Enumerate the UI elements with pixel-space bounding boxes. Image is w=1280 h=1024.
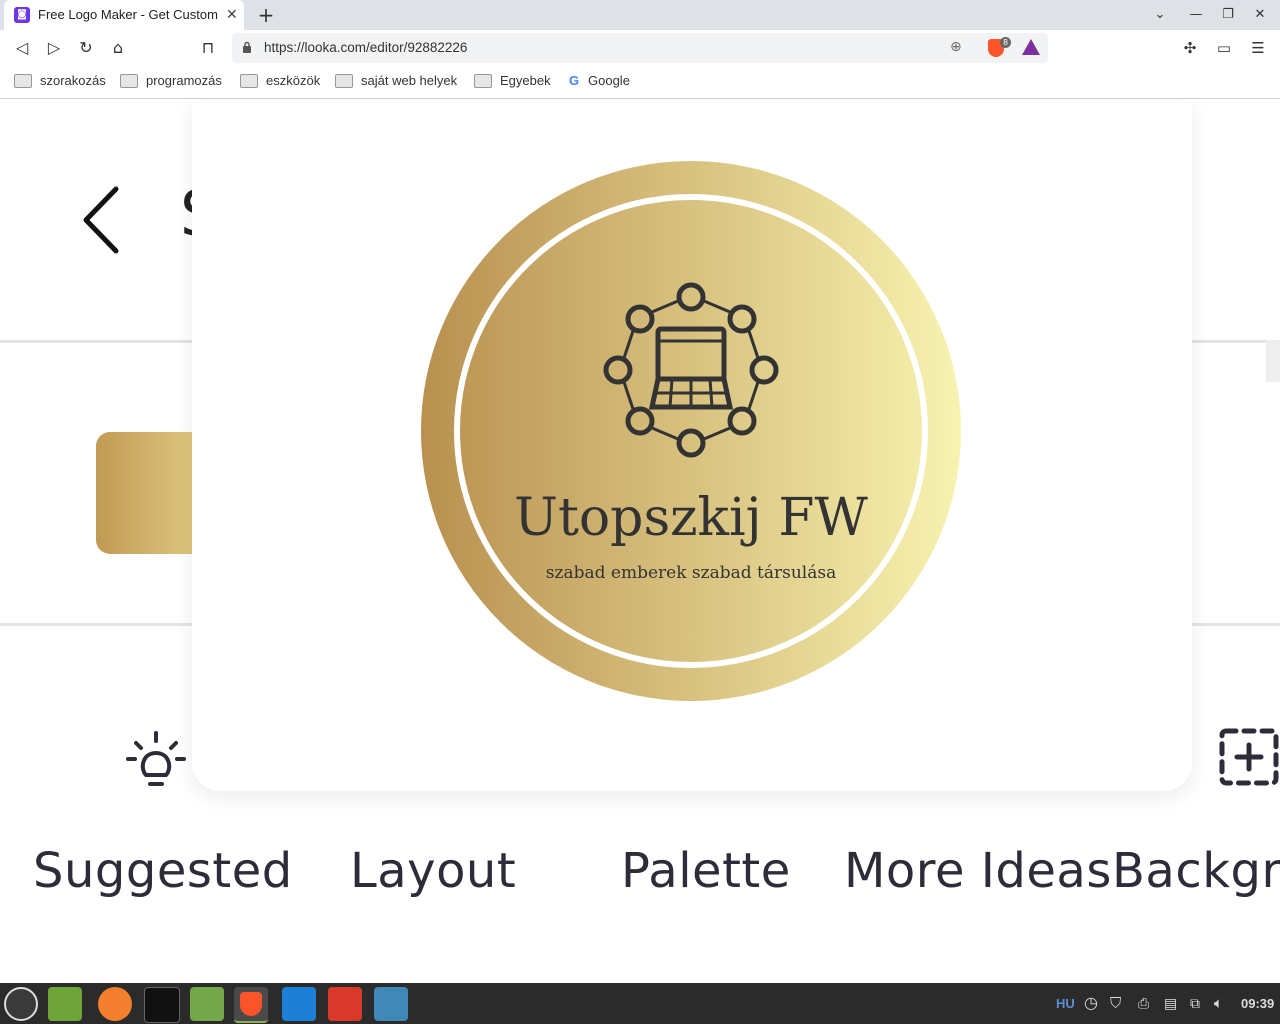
url-text[interactable]: https://looka.com/editor/92882226 <box>264 33 467 63</box>
logo-name: Utopszkij FW <box>514 488 868 548</box>
text-editor-icon[interactable] <box>374 987 408 1021</box>
menu-icon[interactable]: ☰ <box>1246 30 1270 66</box>
tab-list-icon[interactable]: ⌄ <box>1148 0 1172 30</box>
folder-icon <box>120 73 138 88</box>
printer-icon[interactable]: ⎙ <box>1138 983 1149 1024</box>
google-icon: G <box>568 73 580 88</box>
volume-icon[interactable]: 🔈︎ <box>1214 983 1223 1024</box>
files-icon[interactable] <box>190 987 224 1021</box>
app-icon[interactable] <box>328 987 362 1021</box>
folder-icon <box>240 73 258 88</box>
tab-layout[interactable]: Layout <box>350 843 516 899</box>
vscode-icon[interactable] <box>282 987 316 1021</box>
lock-icon <box>243 41 251 53</box>
firefox-icon[interactable] <box>98 987 132 1021</box>
brave-browser-icon[interactable] <box>234 987 268 1023</box>
lightbulb-icon[interactable] <box>126 729 186 789</box>
looka-favicon-icon: ◙ <box>14 7 30 23</box>
browser-tab[interactable]: ◙ Free Logo Maker - Get Custom ✕ <box>4 0 244 30</box>
folder-icon <box>14 73 32 88</box>
reload-button[interactable]: ↻ <box>72 30 100 66</box>
bookmark-google[interactable]: G Google <box>566 66 630 98</box>
close-window-button[interactable]: ✕ <box>1248 0 1272 30</box>
restore-window-button[interactable]: ❐ <box>1216 0 1240 30</box>
update-shield-icon[interactable]: ⛉ <box>1110 983 1121 1024</box>
show-desktop-icon[interactable] <box>48 987 82 1021</box>
bookmark-folder[interactable]: szorakozás <box>14 66 106 98</box>
tab-title: Free Logo Maker - Get Custom <box>38 7 218 22</box>
bookmark-folder[interactable]: Egyebek <box>474 66 551 98</box>
tab-suggested[interactable]: Suggested <box>33 843 293 899</box>
logo-tagline: szabad emberek szabad társulása <box>546 563 836 583</box>
brave-rewards-icon[interactable] <box>1022 39 1040 55</box>
minimize-window-button[interactable]: — <box>1184 0 1208 30</box>
tab-more-ideas[interactable]: More Ideas <box>844 843 1112 899</box>
home-button[interactable]: ⌂ <box>104 30 132 66</box>
side-scroll-track[interactable] <box>1266 340 1280 382</box>
extensions-icon[interactable]: ✣ <box>1178 30 1202 66</box>
folder-icon <box>474 73 492 88</box>
terminal-icon[interactable] <box>144 987 180 1023</box>
os-taskbar: HU ◷ ⛉ ⎙ ▤ ⧉ 🔈︎ 09:39 <box>0 983 1280 1024</box>
tab-background[interactable]: Backgro <box>1112 843 1280 899</box>
looka-editor-page: S Suggested Layout Palette More Ideas Ba… <box>0 99 1280 983</box>
crop-add-icon[interactable] <box>1218 727 1280 787</box>
back-button[interactable]: ◁ <box>8 30 36 66</box>
new-tab-button[interactable]: + <box>256 0 276 30</box>
tab-strip: ◙ Free Logo Maker - Get Custom ✕ + ⌄ — ❐… <box>0 0 1280 30</box>
tab-palette[interactable]: Palette <box>621 843 791 899</box>
logo-preview-panel: Utopszkij FW szabad emberek szabad társu… <box>192 103 1192 791</box>
logo-preview: Utopszkij FW szabad emberek szabad társu… <box>421 161 961 701</box>
forward-button[interactable]: ▷ <box>40 30 68 66</box>
keyboard-layout[interactable]: HU <box>1056 983 1075 1024</box>
bookmark-icon[interactable]: ⊓ <box>194 30 222 66</box>
tab-close-button[interactable]: ✕ <box>226 0 238 30</box>
folder-icon <box>335 73 353 88</box>
clock-app-icon[interactable]: ◷ <box>1084 983 1098 1024</box>
mint-menu-icon[interactable] <box>4 987 38 1021</box>
bookmark-folder[interactable]: eszközök <box>240 66 320 98</box>
clipboard-icon[interactable]: ▤ <box>1164 983 1177 1024</box>
wallet-icon[interactable]: ▭ <box>1212 30 1236 66</box>
back-arrow-icon[interactable] <box>82 185 122 255</box>
network-icon[interactable]: ⧉ <box>1190 983 1200 1024</box>
bookmark-folder[interactable]: saját web helyek <box>335 66 457 98</box>
bookmarks-bar: szorakozás programozás eszközök saját we… <box>0 66 1280 99</box>
zoom-icon[interactable]: ⊕ <box>950 39 962 55</box>
bookmark-folder[interactable]: programozás <box>120 66 222 98</box>
shield-count-badge: 8 <box>1000 37 1012 48</box>
browser-toolbar: ◁ ▷ ↻ ⌂ ⊓ https://looka.com/editor/92882… <box>0 30 1280 66</box>
address-bar[interactable]: https://looka.com/editor/92882226 ⊕ 8 <box>232 33 1048 63</box>
clock[interactable]: 09:39 <box>1241 983 1274 1024</box>
